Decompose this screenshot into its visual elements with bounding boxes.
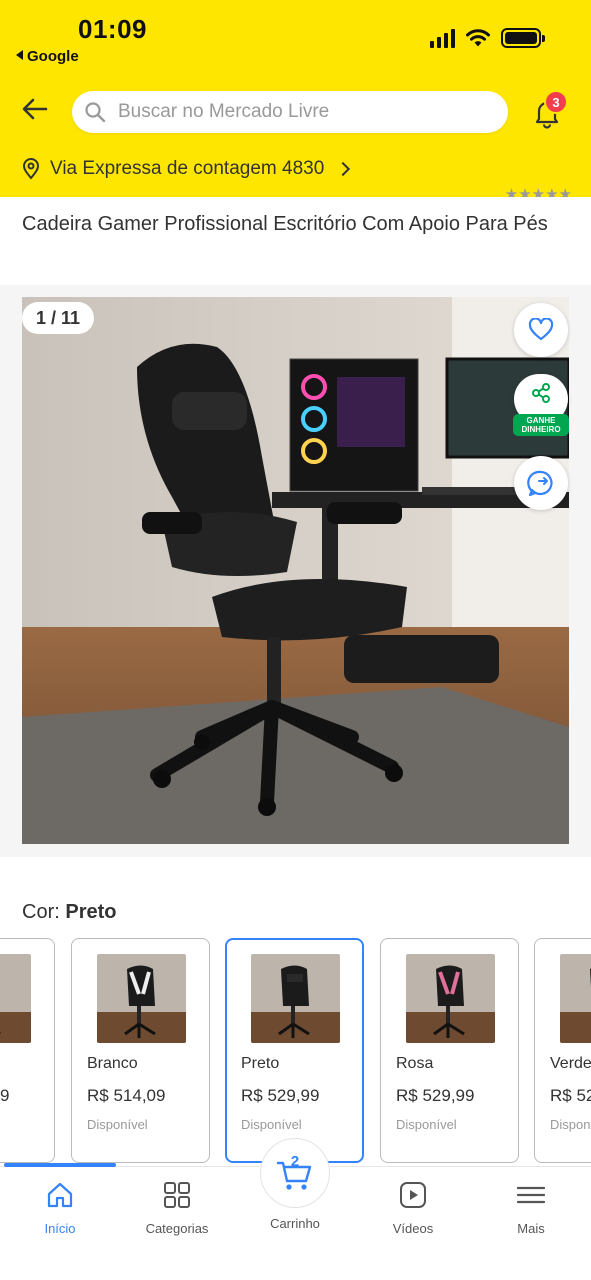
nav-item-videos[interactable]: Vídeos xyxy=(354,1180,472,1236)
variant-card-rosa[interactable]: Rosa R$ 529,99 Disponível xyxy=(380,938,519,1163)
nav-label: Mais xyxy=(517,1221,545,1236)
nav-label: Vídeos xyxy=(392,1221,434,1236)
battery-icon xyxy=(501,28,545,48)
nav-item-mais[interactable]: Mais xyxy=(472,1180,590,1236)
search-input[interactable] xyxy=(118,101,478,123)
status-time: 01:09 xyxy=(78,14,147,44)
variant-thumbnail xyxy=(97,954,186,1043)
rating-stars-icon: ★★★★★ xyxy=(504,186,572,197)
nav-item-categorias[interactable]: Categorias xyxy=(118,1180,236,1236)
variant-card-verde[interactable]: Verde R$ 52 Dispon xyxy=(534,938,591,1163)
delivery-address-text: Via Expressa de contagem 4830 xyxy=(50,158,325,179)
nav-label: Carrinho xyxy=(270,1216,320,1231)
delivery-address-link[interactable]: Via Expressa de contagem 4830 xyxy=(22,158,351,180)
back-to-app-link[interactable]: Google xyxy=(16,48,79,65)
back-arrow-icon[interactable] xyxy=(18,92,52,126)
variant-price: 9 xyxy=(0,1086,10,1105)
chevron-right-icon xyxy=(336,161,351,177)
variant-card-preto[interactable]: Preto R$ 529,99 Disponível xyxy=(225,938,364,1163)
variant-stock: Disponível xyxy=(87,1117,148,1132)
cellular-signal-icon xyxy=(430,28,455,48)
heart-icon xyxy=(528,318,554,341)
nav-label: Início xyxy=(44,1221,76,1236)
earn-money-badge: GANHE DINHEIRO xyxy=(513,414,569,436)
nav-item-carrinho[interactable]: Carrinho xyxy=(236,1210,354,1231)
variant-price: R$ 529,99 xyxy=(396,1086,475,1105)
selected-color: Preto xyxy=(65,901,117,923)
grid-icon xyxy=(164,1182,190,1208)
rating-row-clipped: ★★★★★ xyxy=(22,183,572,197)
share-icon xyxy=(532,383,550,403)
variant-name: Branco xyxy=(87,1055,138,1072)
color-selector-label: Cor: Preto xyxy=(22,901,116,924)
whatsapp-icon xyxy=(527,470,553,497)
gaming-chair-illustration xyxy=(22,297,569,844)
variant-price: R$ 529,99 xyxy=(241,1086,320,1105)
back-triangle-icon xyxy=(16,50,23,60)
variant-thumbnail xyxy=(0,954,31,1043)
search-icon xyxy=(85,102,106,123)
variant-card-partial-left[interactable]: 9 xyxy=(0,938,55,1163)
menu-icon xyxy=(516,1186,546,1204)
nav-item-inicio[interactable]: Início xyxy=(1,1180,119,1236)
nav-label: Categorias xyxy=(145,1221,209,1236)
whatsapp-share-button[interactable] xyxy=(514,456,568,510)
location-pin-icon xyxy=(22,158,40,180)
cart-button[interactable]: 2 xyxy=(260,1138,330,1208)
product-title: Cadeira Gamer Profissional Escritório Co… xyxy=(22,213,548,235)
search-bar[interactable] xyxy=(72,91,508,133)
variant-name: Preto xyxy=(241,1055,280,1072)
variant-thumbnail xyxy=(251,954,340,1043)
color-label-prefix: Cor: xyxy=(22,901,60,923)
product-image[interactable] xyxy=(22,297,569,844)
home-icon xyxy=(47,1182,73,1208)
variant-stock: Dispon xyxy=(550,1117,591,1132)
variant-stock: Disponível xyxy=(241,1117,302,1132)
variant-price: R$ 52 xyxy=(550,1086,591,1105)
back-app-label: Google xyxy=(27,48,79,65)
variant-card-branco[interactable]: Branco R$ 514,09 Disponível xyxy=(71,938,210,1163)
variant-thumbnail xyxy=(560,954,591,1043)
notifications-badge: 3 xyxy=(544,90,568,114)
gallery-counter: 1 / 11 xyxy=(22,302,95,334)
variant-name: Rosa xyxy=(396,1055,434,1072)
status-icons xyxy=(430,28,545,48)
variant-price: R$ 514,09 xyxy=(87,1086,166,1105)
wifi-icon xyxy=(466,29,490,47)
nav-active-indicator xyxy=(4,1163,116,1167)
favorite-button[interactable] xyxy=(514,303,568,357)
variant-name: Verde xyxy=(550,1055,591,1072)
cart-count: 2 xyxy=(290,1153,300,1170)
color-variant-carousel[interactable]: 9 Branco R$ 514,09 Disponível Preto R$ 5… xyxy=(0,938,591,1164)
variant-stock: Disponível xyxy=(396,1117,457,1132)
play-icon xyxy=(400,1182,426,1208)
variant-thumbnail xyxy=(406,954,495,1043)
